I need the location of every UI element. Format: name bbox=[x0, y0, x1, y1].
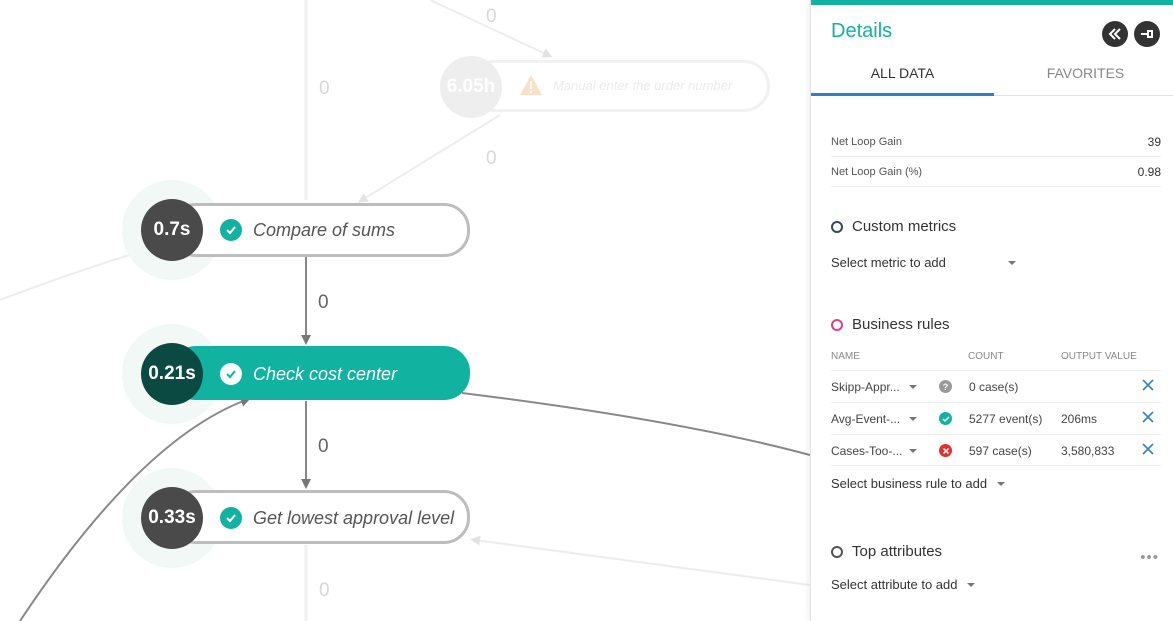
business-rule-row: Avg-Event-... 5277 event(s) 206ms bbox=[831, 402, 1161, 434]
column-header-output: OUTPUT VALUE bbox=[1061, 351, 1137, 362]
edge-count-label: 0 bbox=[319, 78, 330, 99]
process-map-canvas[interactable]: 0 0 0 0 0 0 6.05h Manual enter the order… bbox=[0, 0, 810, 621]
check-circle-icon bbox=[220, 507, 242, 529]
column-header-count: COUNT bbox=[968, 351, 1004, 362]
edge-check-outgoing[interactable] bbox=[461, 392, 810, 456]
remove-rule-icon[interactable] bbox=[1141, 378, 1155, 392]
tab-favorites[interactable]: FAVORITES bbox=[994, 57, 1173, 96]
activity-label: Compare of sums bbox=[253, 220, 396, 240]
caret-down-icon[interactable] bbox=[909, 417, 917, 421]
activity-label: Manual enter the order number bbox=[553, 78, 733, 93]
circle-icon bbox=[831, 545, 843, 558]
circle-icon bbox=[831, 318, 843, 331]
check-circle-icon bbox=[220, 363, 242, 385]
pin-icon bbox=[1141, 30, 1153, 38]
activity-node-manual-enter[interactable]: 6.05h Manual enter the order number bbox=[440, 56, 772, 118]
column-header-name: NAME bbox=[831, 351, 860, 362]
edge-count-label: 0 bbox=[486, 6, 497, 27]
metric-label: Net Loop Gain bbox=[831, 136, 902, 148]
remove-rule-icon[interactable] bbox=[1141, 442, 1155, 456]
select-business-rule-dropdown[interactable]: Select business rule to add bbox=[831, 476, 1006, 491]
activity-node-check-cost-center[interactable]: 0.21s Check cost center bbox=[122, 324, 472, 424]
activity-node-compare-of-sums[interactable]: 0.7s Compare of sums bbox=[122, 180, 472, 280]
caret-down-icon bbox=[1007, 260, 1016, 265]
rule-name-dropdown[interactable]: Avg-Event-... bbox=[831, 412, 900, 426]
edge-count-label: 0 bbox=[319, 580, 330, 601]
metric-row-net-loop-gain-percent: Net Loop Gain (%) 0.98 bbox=[831, 157, 1161, 187]
panel-title: Details bbox=[831, 20, 893, 42]
faded-edge bbox=[470, 535, 810, 586]
duration-badge: 0.21s bbox=[141, 343, 203, 405]
edge-count-label: 0 bbox=[318, 436, 329, 457]
top-attributes-heading: Top attributes bbox=[831, 543, 942, 560]
metric-value: 39 bbox=[1147, 135, 1161, 149]
circle-icon bbox=[831, 220, 843, 233]
section-title: Top attributes bbox=[852, 543, 943, 560]
details-panel: Details ALL DATA FAVORITES Net Loop Gain… bbox=[810, 0, 1173, 621]
business-rule-row: Cases-Too-... 597 case(s) 3,580,833 bbox=[831, 434, 1161, 466]
metric-row-net-loop-gain: Net Loop Gain 39 bbox=[831, 127, 1161, 157]
section-title: Custom metrics bbox=[852, 218, 957, 235]
section-title: Business rules bbox=[852, 316, 950, 333]
rule-count: 5277 event(s) bbox=[969, 412, 1043, 426]
edge-count-label: 0 bbox=[486, 148, 497, 169]
tab-all-data[interactable]: ALL DATA bbox=[811, 57, 994, 96]
business-rules-table-header: NAME COUNT OUTPUT VALUE bbox=[831, 351, 1161, 369]
custom-metrics-heading: Custom metrics bbox=[831, 218, 956, 235]
business-rules-heading: Business rules bbox=[831, 316, 950, 333]
caret-down-icon bbox=[997, 481, 1006, 486]
select-label: Select attribute to add bbox=[831, 577, 958, 592]
caret-down-icon bbox=[967, 582, 976, 587]
pin-panel-button[interactable] bbox=[1134, 21, 1160, 47]
warning-icon bbox=[520, 75, 542, 95]
duration-badge: 0.7s bbox=[141, 199, 203, 261]
rule-output: 206ms bbox=[1061, 412, 1098, 426]
faded-edge bbox=[0, 254, 131, 301]
duration-badge: 0.33s bbox=[141, 487, 203, 549]
caret-down-icon[interactable] bbox=[909, 385, 917, 389]
check-circle-icon bbox=[220, 219, 242, 241]
rule-output: 3,580,833 bbox=[1061, 444, 1115, 458]
activity-node-get-lowest-approval-level[interactable]: 0.33s Get lowest approval level bbox=[122, 468, 472, 568]
select-label: Select business rule to add bbox=[831, 476, 988, 491]
activity-label: Check cost center bbox=[253, 364, 398, 384]
more-options-icon[interactable]: ••• bbox=[1140, 549, 1159, 566]
activity-label: Get lowest approval level bbox=[253, 508, 455, 528]
rule-name-dropdown[interactable]: Skipp-Appr... bbox=[831, 380, 900, 394]
rule-name-dropdown[interactable]: Cases-Too-... bbox=[831, 444, 902, 458]
metric-value: 0.98 bbox=[1137, 165, 1161, 179]
question-icon: ? bbox=[939, 380, 952, 393]
panel-accent-bar bbox=[811, 0, 1173, 5]
double-chevron-left-icon bbox=[1108, 28, 1121, 40]
error-icon bbox=[939, 444, 952, 457]
remove-rule-icon[interactable] bbox=[1141, 410, 1155, 424]
rule-count: 0 case(s) bbox=[969, 380, 1019, 394]
select-label: Select metric to add bbox=[831, 255, 946, 270]
collapse-panel-button[interactable] bbox=[1102, 21, 1128, 47]
metric-label: Net Loop Gain (%) bbox=[831, 166, 923, 178]
rule-count: 597 case(s) bbox=[969, 444, 1032, 458]
select-metric-dropdown[interactable]: Select metric to add bbox=[831, 255, 1016, 270]
edge-count-label: 0 bbox=[318, 292, 329, 313]
business-rule-row: Skipp-Appr... ? 0 case(s) bbox=[831, 370, 1161, 402]
check-circle-icon bbox=[939, 412, 952, 425]
caret-down-icon[interactable] bbox=[909, 449, 917, 453]
panel-tabs: ALL DATA FAVORITES bbox=[811, 57, 1173, 96]
select-attribute-dropdown[interactable]: Select attribute to add bbox=[831, 577, 976, 592]
duration-badge: 6.05h bbox=[440, 56, 502, 118]
